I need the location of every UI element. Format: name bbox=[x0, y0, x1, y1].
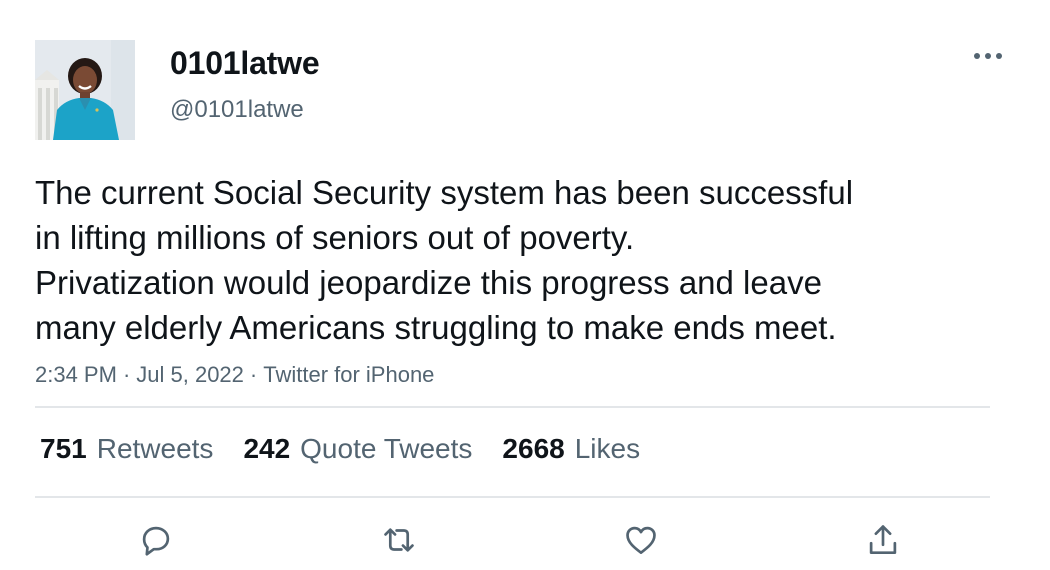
tweet-time[interactable]: 2:34 PM bbox=[35, 362, 117, 387]
quote-tweets-stat[interactable]: 242 Quote Tweets bbox=[243, 433, 472, 465]
quote-tweets-count: 242 bbox=[243, 433, 291, 464]
likes-label: Likes bbox=[574, 433, 641, 464]
likes-count: 2668 bbox=[502, 433, 565, 464]
retweet-icon bbox=[384, 528, 414, 552]
more-options-button[interactable] bbox=[970, 44, 1006, 68]
tweet-meta: 2:34 PM · Jul 5, 2022 · Twitter for iPhone bbox=[35, 362, 434, 388]
tweet-text: The current Social Security system has b… bbox=[35, 170, 965, 350]
avatar[interactable] bbox=[35, 40, 135, 140]
tweet-source[interactable]: Twitter for iPhone bbox=[263, 362, 434, 387]
user-handle[interactable]: @0101latwe bbox=[170, 96, 304, 124]
quote-tweets-label: Quote Tweets bbox=[300, 433, 473, 464]
action-bar bbox=[0, 518, 1050, 562]
retweets-count: 751 bbox=[40, 433, 87, 464]
tweet-text-line: Privatization would jeopardize this prog… bbox=[35, 264, 822, 301]
display-name[interactable]: 0101latwe bbox=[170, 45, 320, 82]
share-button[interactable] bbox=[861, 518, 905, 562]
divider bbox=[35, 496, 990, 498]
tweet-text-line: The current Social Security system has b… bbox=[35, 174, 854, 211]
heart-icon bbox=[626, 526, 656, 555]
tweet-text-line: in lifting millions of seniors out of po… bbox=[35, 219, 635, 256]
separator-dot: · bbox=[249, 362, 258, 387]
engagement-stats: 751 Retweets 242 Quote Tweets 2668 Likes bbox=[40, 433, 670, 465]
reply-icon bbox=[142, 526, 170, 556]
divider bbox=[35, 406, 990, 408]
retweets-label: Retweets bbox=[96, 433, 214, 464]
reply-button[interactable] bbox=[134, 518, 178, 562]
tweet-card: 0101latwe @0101latwe The current Social … bbox=[0, 0, 1050, 570]
likes-stat[interactable]: 2668 Likes bbox=[502, 433, 640, 465]
retweets-stat[interactable]: 751 Retweets bbox=[40, 433, 213, 465]
tweet-date[interactable]: Jul 5, 2022 bbox=[136, 362, 244, 387]
separator-dot: · bbox=[122, 362, 131, 387]
retweet-button[interactable] bbox=[377, 518, 421, 562]
share-icon bbox=[869, 525, 897, 555]
tweet-text-line: many elderly Americans struggling to mak… bbox=[35, 309, 837, 346]
profile-photo-icon bbox=[35, 40, 135, 140]
like-button[interactable] bbox=[619, 518, 663, 562]
more-horizontal-icon bbox=[974, 53, 1002, 59]
